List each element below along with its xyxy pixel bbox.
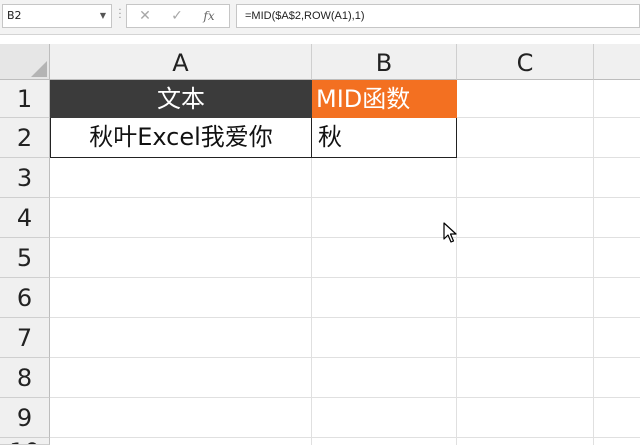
row-header-6[interactable]: 6 [0, 278, 50, 318]
column-header-a[interactable]: A [50, 44, 312, 80]
row-header-5[interactable]: 5 [0, 238, 50, 278]
mouse-pointer-icon [443, 222, 457, 243]
gridline [50, 357, 640, 358]
gridline [50, 237, 640, 238]
resize-handle-icon[interactable]: · · · [118, 6, 122, 24]
column-header-c[interactable]: C [457, 44, 594, 80]
row-header-7[interactable]: 7 [0, 318, 50, 358]
gridline [50, 437, 640, 438]
gridline [50, 317, 640, 318]
row-header-3[interactable]: 3 [0, 158, 50, 198]
row-header-1[interactable]: 1 [0, 80, 50, 118]
insert-function-icon[interactable]: fx [199, 8, 219, 24]
row-header-8[interactable]: 8 [0, 358, 50, 398]
gridline [50, 197, 640, 198]
name-box-value: B2 [7, 9, 22, 22]
name-box[interactable]: B2 ▼ [2, 4, 112, 28]
gridline [593, 80, 594, 445]
formula-input[interactable]: =MID($A$2,ROW(A1),1) [236, 4, 640, 28]
formula-buttons: ✕ ✓ fx [126, 4, 230, 28]
enter-icon[interactable]: ✓ [167, 8, 187, 24]
name-box-dropdown-icon[interactable]: ▼ [100, 5, 106, 27]
row-header-10-label: 10 [9, 438, 40, 444]
formula-bar: B2 ▼ · · · ✕ ✓ fx =MID($A$2,ROW(A1),1) [0, 0, 640, 35]
gridline [50, 277, 640, 278]
cell-b2[interactable]: 秋 [312, 118, 457, 158]
spreadsheet-grid: A B C 1 2 3 4 5 6 7 8 9 10 文本 MID函数 秋叶Ex… [0, 44, 640, 445]
row-header-4[interactable]: 4 [0, 198, 50, 238]
row-header-10[interactable]: 10 [0, 438, 50, 445]
cancel-icon[interactable]: ✕ [135, 8, 155, 24]
column-header-d[interactable] [594, 44, 640, 80]
column-header-b[interactable]: B [312, 44, 457, 80]
cell-a2[interactable]: 秋叶Excel我爱你 [50, 118, 312, 158]
cell-b1[interactable]: MID函数 [312, 80, 457, 118]
select-all-icon [31, 61, 47, 77]
row-header-2[interactable]: 2 [0, 118, 50, 158]
gridline [50, 397, 640, 398]
select-all-button[interactable] [0, 44, 50, 80]
cell-a1[interactable]: 文本 [50, 80, 312, 118]
row-header-9[interactable]: 9 [0, 398, 50, 438]
